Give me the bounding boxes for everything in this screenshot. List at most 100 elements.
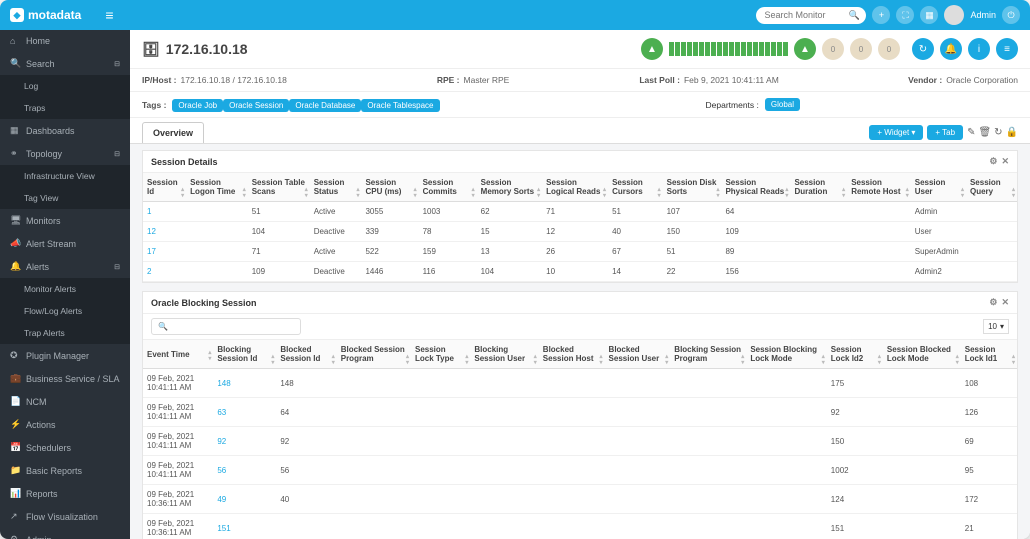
sidebar-item-home[interactable]: ⌂Home bbox=[0, 30, 130, 52]
cell[interactable]: 2 bbox=[143, 262, 186, 282]
col-header[interactable]: Session CPU (ms)▴▾ bbox=[361, 173, 418, 202]
sidebar-item-reports[interactable]: 📊Reports bbox=[0, 482, 130, 505]
sidebar-item-label: Topology bbox=[26, 149, 62, 159]
col-header[interactable]: Blocking Session User▴▾ bbox=[470, 340, 538, 369]
edit-icon[interactable]: ✎ bbox=[967, 127, 975, 138]
col-header[interactable]: Session Lock Type▴▾ bbox=[411, 340, 470, 369]
panel-close-icon[interactable]: ✕ bbox=[1001, 156, 1009, 167]
sidebar-item-log[interactable]: Log bbox=[0, 75, 130, 97]
cell[interactable]: 92 bbox=[213, 427, 276, 456]
tag-oracle-job[interactable]: Oracle Job bbox=[172, 99, 223, 112]
sidebar-item-trap-alerts[interactable]: Trap Alerts bbox=[0, 322, 130, 344]
lock-icon[interactable]: 🔒 bbox=[1006, 127, 1018, 138]
expand-icon[interactable]: ⛶ bbox=[896, 6, 914, 24]
cell[interactable]: 49 bbox=[213, 485, 276, 514]
sidebar-item-actions[interactable]: ⚡Actions bbox=[0, 413, 130, 436]
sync-icon[interactable]: ↻ bbox=[994, 127, 1002, 138]
status-count-3[interactable]: 0 bbox=[878, 38, 900, 60]
col-header[interactable]: Blocked Session Program▴▾ bbox=[337, 340, 411, 369]
status-count-2[interactable]: 0 bbox=[850, 38, 872, 60]
sidebar-item-flow-log-alerts[interactable]: Flow/Log Alerts bbox=[0, 300, 130, 322]
cell[interactable]: 56 bbox=[213, 456, 276, 485]
col-header[interactable]: Session Physical Reads▴▾ bbox=[721, 173, 790, 202]
col-header[interactable]: Session Logical Reads▴▾ bbox=[542, 173, 608, 202]
col-header[interactable]: Blocked Session User▴▾ bbox=[605, 340, 671, 369]
col-header[interactable]: Session Memory Sorts▴▾ bbox=[477, 173, 542, 202]
cell[interactable]: 12 bbox=[143, 222, 186, 242]
search-icon[interactable]: 🔍 bbox=[848, 10, 859, 21]
dept-tag[interactable]: Global bbox=[765, 98, 800, 111]
sidebar-item-basic-reports[interactable]: 📁Basic Reports bbox=[0, 459, 130, 482]
col-header[interactable]: Blocking Session Id▴▾ bbox=[213, 340, 276, 369]
status-up-icon[interactable]: ▲ bbox=[641, 38, 663, 60]
cell[interactable]: 63 bbox=[213, 398, 276, 427]
sidebar-item-topology[interactable]: ⚭Topology⊟ bbox=[0, 142, 130, 165]
delete-icon[interactable]: 🗑 bbox=[978, 127, 991, 138]
power-icon[interactable]: ⏻ bbox=[1002, 6, 1020, 24]
tag-oracle-database[interactable]: Oracle Database bbox=[289, 99, 361, 112]
col-header[interactable]: Session Table Scans▴▾ bbox=[248, 173, 310, 202]
menu-icon[interactable]: ≡ bbox=[996, 38, 1018, 60]
sidebar-item-dashboards[interactable]: ▦Dashboards bbox=[0, 119, 130, 142]
panel-close-icon[interactable]: ✕ bbox=[1001, 297, 1009, 308]
col-header[interactable]: Session Commits▴▾ bbox=[419, 173, 477, 202]
col-header[interactable]: Session Id▴▾ bbox=[143, 173, 186, 202]
cell[interactable]: 17 bbox=[143, 242, 186, 262]
sidebar-item-infrastructure-view[interactable]: Infrastructure View bbox=[0, 165, 130, 187]
col-header[interactable]: Blocking Session Program▴▾ bbox=[670, 340, 746, 369]
add-tab-button[interactable]: + Tab bbox=[927, 125, 963, 140]
col-header[interactable]: Session Lock Id2▴▾ bbox=[827, 340, 883, 369]
add-icon[interactable]: + bbox=[872, 6, 890, 24]
col-header[interactable]: Session Blocking Lock Mode▴▾ bbox=[746, 340, 826, 369]
refresh-icon[interactable]: ↻ bbox=[912, 38, 934, 60]
info-icon[interactable]: i bbox=[968, 38, 990, 60]
col-header[interactable]: Blocked Session Id▴▾ bbox=[276, 340, 336, 369]
sidebar-item-flow-visualization[interactable]: ↗Flow Visualization bbox=[0, 505, 130, 528]
sidebar-item-business-service-sla[interactable]: 💼Business Service / SLA bbox=[0, 367, 130, 390]
tag-oracle-tablespace[interactable]: Oracle Tablespace bbox=[361, 99, 439, 112]
sidebar-item-alert-stream[interactable]: 📣Alert Stream bbox=[0, 232, 130, 255]
col-header[interactable]: Session User▴▾ bbox=[911, 173, 966, 202]
col-header[interactable]: Session Remote Host▴▾ bbox=[847, 173, 911, 202]
sidebar-item-plugin-manager[interactable]: ✪Plugin Manager bbox=[0, 344, 130, 367]
col-header[interactable]: Session Blocked Lock Mode▴▾ bbox=[883, 340, 961, 369]
col-header[interactable]: Blocked Session Host▴▾ bbox=[539, 340, 605, 369]
col-header[interactable]: Session Logon Time▴▾ bbox=[186, 173, 248, 202]
sidebar-item-alerts[interactable]: 🔔Alerts⊟ bbox=[0, 255, 130, 278]
grid-icon[interactable]: ▦ bbox=[920, 6, 938, 24]
sidebar-item-traps[interactable]: Traps bbox=[0, 97, 130, 119]
search-box[interactable]: 🔍 bbox=[756, 7, 866, 24]
menu-toggle-icon[interactable]: ≡ bbox=[105, 7, 113, 23]
search-input[interactable] bbox=[764, 10, 844, 20]
status-ok-icon[interactable]: ▲ bbox=[794, 38, 816, 60]
sidebar-item-tag-view[interactable]: Tag View bbox=[0, 187, 130, 209]
col-header[interactable]: Session Duration▴▾ bbox=[790, 173, 847, 202]
sidebar-item-schedulers[interactable]: 📅Schedulers bbox=[0, 436, 130, 459]
bell-icon[interactable]: 🔔 bbox=[940, 38, 962, 60]
cell[interactable]: 151 bbox=[213, 514, 276, 539]
col-header[interactable]: Session Status▴▾ bbox=[310, 173, 362, 202]
panel-settings-icon[interactable]: ⚙ bbox=[989, 297, 997, 308]
sidebar-item-monitors[interactable]: 🖥Monitors bbox=[0, 209, 130, 232]
status-count-1[interactable]: 0 bbox=[822, 38, 844, 60]
tab-overview[interactable]: Overview bbox=[142, 122, 204, 143]
panel-settings-icon[interactable]: ⚙ bbox=[989, 156, 997, 167]
col-header[interactable]: Event Time▴▾ bbox=[143, 340, 213, 369]
sidebar-item-ncm[interactable]: 📄NCM bbox=[0, 390, 130, 413]
col-header[interactable]: Session Cursors▴▾ bbox=[608, 173, 663, 202]
tag-oracle-session[interactable]: Oracle Session bbox=[223, 99, 289, 112]
blocking-search-input[interactable] bbox=[151, 318, 301, 335]
col-header[interactable]: Session Query▴▾ bbox=[966, 173, 1017, 202]
avatar[interactable] bbox=[944, 5, 964, 25]
cell bbox=[746, 456, 826, 485]
sidebar-item-monitor-alerts[interactable]: Monitor Alerts bbox=[0, 278, 130, 300]
cell[interactable]: 1 bbox=[143, 202, 186, 222]
page-size-select[interactable]: 10▾ bbox=[983, 319, 1009, 334]
col-header[interactable]: Session Disk Sorts▴▾ bbox=[663, 173, 722, 202]
sidebar-item-admin[interactable]: ⚙Admin bbox=[0, 528, 130, 539]
add-widget-button[interactable]: + Widget ▾ bbox=[869, 125, 923, 140]
logo[interactable]: ◆ motadata bbox=[10, 8, 81, 22]
cell[interactable]: 148 bbox=[213, 369, 276, 398]
sidebar-item-search[interactable]: 🔍Search⊟ bbox=[0, 52, 130, 75]
col-header[interactable]: Session Lock Id1▴▾ bbox=[961, 340, 1017, 369]
